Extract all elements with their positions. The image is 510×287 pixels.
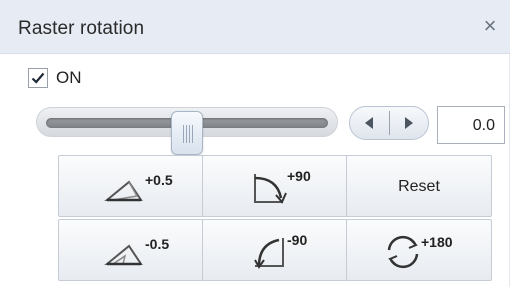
on-checkbox[interactable] — [28, 68, 48, 88]
slider-track — [46, 111, 328, 155]
triangle-left-icon — [365, 117, 374, 129]
rotate-plus-90-label: +90 — [287, 168, 311, 184]
slider-thumb[interactable] — [171, 111, 203, 155]
rotation-slider[interactable] — [36, 107, 338, 155]
close-icon[interactable]: × — [478, 13, 502, 39]
rotate-180-label: +180 — [421, 234, 453, 250]
rotate-minus-90-button[interactable]: -90 — [202, 219, 348, 281]
panel-title: Raster rotation — [18, 18, 145, 39]
raster-rotation-panel: Raster rotation × ON 0.0 +0.5 +90 Reset … — [0, 0, 510, 287]
thumb-grip-icon — [183, 125, 193, 143]
checkmark-icon — [31, 72, 45, 84]
on-checkbox-row[interactable]: ON — [28, 66, 82, 90]
rotate-180-button[interactable]: +180 — [346, 219, 492, 281]
reset-button[interactable]: Reset — [346, 155, 492, 217]
rotation-button-grid: +0.5 +90 Reset -0.5 -90 +180 — [58, 155, 492, 287]
step-left-button[interactable] — [350, 107, 389, 139]
reset-label: Reset — [398, 178, 440, 195]
rotation-stepper — [349, 106, 429, 140]
rotate-plus-half-label: +0.5 — [145, 172, 173, 188]
rotate-minus-half-label: -0.5 — [145, 236, 170, 252]
rotate-plus-half-button[interactable]: +0.5 — [58, 155, 204, 217]
rotate-plus-90-button[interactable]: +90 — [202, 155, 348, 217]
rotation-value-field[interactable]: 0.0 — [437, 106, 505, 144]
triangle-right-icon — [404, 117, 413, 129]
small-angle-rotate-icon — [104, 244, 143, 266]
step-right-button[interactable] — [389, 107, 428, 139]
small-angle-rotate-icon — [104, 180, 143, 202]
rotate-minus-90-label: -90 — [287, 232, 308, 248]
on-checkbox-label: ON — [56, 68, 82, 87]
rotate-minus-half-button[interactable]: -0.5 — [58, 219, 204, 281]
circular-arrows-icon — [387, 235, 419, 269]
panel-titlebar: Raster rotation × — [0, 0, 510, 54]
